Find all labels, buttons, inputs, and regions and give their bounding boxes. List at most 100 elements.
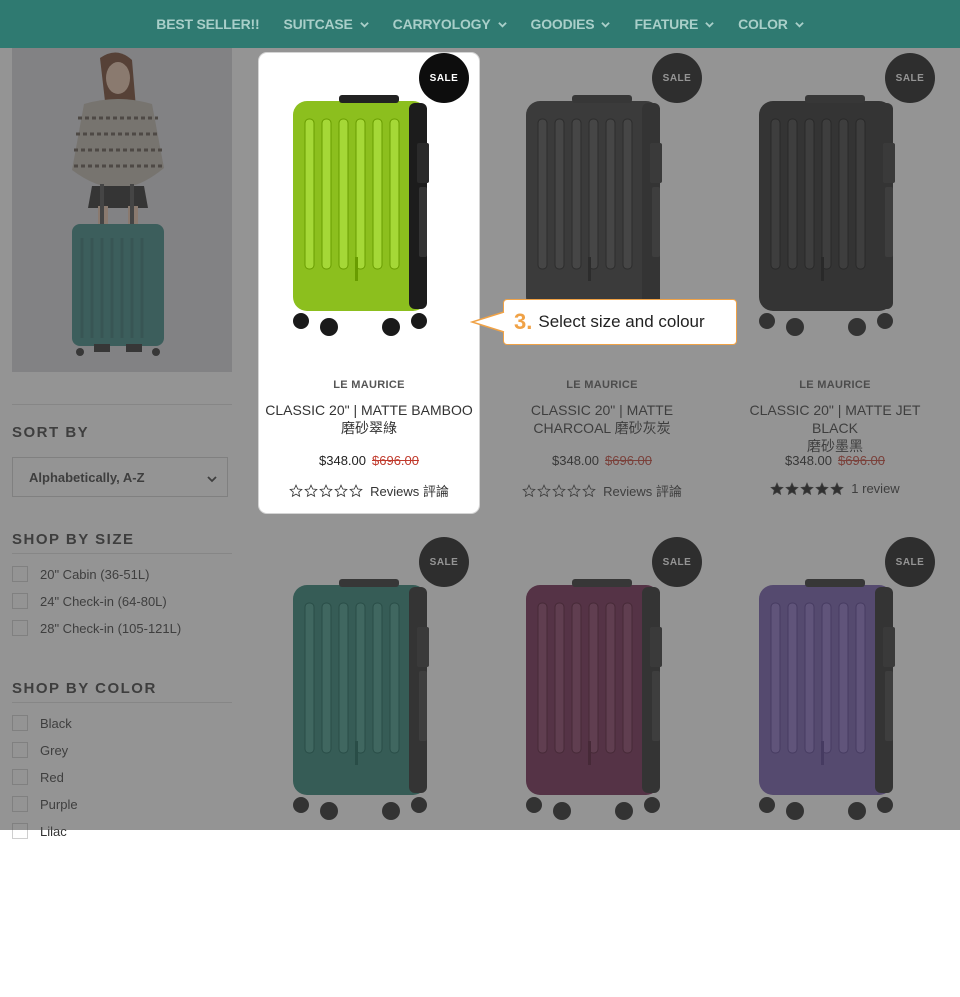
product-title-line: 磨砂翠綠: [341, 420, 397, 436]
sort-by-title: SORT BY: [12, 424, 90, 441]
filter-label: 24" Check-in (64-80L): [40, 593, 167, 609]
chevron-down-icon: [794, 21, 804, 28]
review-row[interactable]: Reviews 評論: [259, 481, 479, 500]
compare-price: $696.00: [372, 453, 419, 468]
product-title[interactable]: CLASSIC 20" | MATTE CHARCOAL 磨砂灰炭: [492, 401, 712, 437]
shop-by-color-title: SHOP BY COLOR: [12, 680, 157, 697]
nav-item-carryology[interactable]: CARRYOLOGY: [393, 16, 507, 32]
filter-label: Grey: [40, 742, 69, 758]
product-card-matte-bamboo[interactable]: SALE LE MAURICE CLASSIC 20" | MATTE BAMB…: [259, 53, 479, 513]
nav-label: GOODIES: [530, 16, 595, 32]
reviews-label: Reviews 評論: [370, 484, 449, 499]
top-navigation: BEST SELLER!! SUITCASE CARRYOLOGY GOODIE…: [0, 0, 960, 48]
price-row: $348.00 $696.00: [492, 453, 712, 468]
star-icon: [522, 483, 536, 497]
product-title[interactable]: CLASSIC 20" | MATTE BAMBOO 磨砂翠綠: [259, 401, 479, 437]
nav-item-goodies[interactable]: GOODIES: [531, 16, 611, 32]
star-rating: [770, 481, 845, 496]
chevron-down-icon: [497, 21, 507, 28]
checkbox[interactable]: [12, 593, 28, 609]
shop-by-size-title: SHOP BY SIZE: [12, 531, 135, 548]
product-title[interactable]: CLASSIC 20" | MATTE JET BLACK 磨砂墨黑: [725, 401, 945, 455]
sale-price: $348.00: [319, 453, 366, 468]
nav-label: BEST SELLER!!: [156, 16, 260, 32]
compare-price: $696.00: [838, 453, 885, 468]
chevron-down-icon: [207, 476, 217, 483]
compare-price: $696.00: [605, 453, 652, 468]
callout-step-number: 3.: [514, 309, 533, 334]
product-card-matte-charcoal[interactable]: SALE LE MAURICE CLASSIC 20" | MATTE CHARC…: [492, 53, 712, 513]
callout-arrow-icon: [470, 311, 507, 333]
filter-label: Red: [40, 769, 64, 785]
product-card-matte-jet-black[interactable]: SALE LE MAURICE CLASSIC 20" | MATTE JET …: [725, 53, 945, 513]
checkbox[interactable]: [12, 823, 28, 839]
price-row: $348.00 $696.00: [725, 453, 945, 468]
divider: [12, 553, 232, 554]
nav-item-suitcase[interactable]: SUITCASE: [283, 16, 369, 32]
checkbox[interactable]: [12, 742, 28, 758]
review-row[interactable]: Reviews 評論: [492, 481, 712, 500]
chevron-down-icon: [705, 21, 714, 28]
product-brand: LE MAURICE: [566, 379, 638, 391]
product-title-line: CLASSIC 20" | MATTE: [530, 402, 674, 418]
product-card-teal[interactable]: SALE: [259, 537, 479, 997]
star-rating: [289, 483, 364, 498]
checkbox[interactable]: [12, 796, 28, 812]
nav-item-feature[interactable]: FEATURE: [634, 16, 714, 32]
nav-item-best-seller[interactable]: BEST SELLER!!: [156, 16, 259, 32]
chevron-down-icon: [359, 21, 369, 28]
instruction-callout: 3. Select size and colour: [503, 299, 737, 345]
nav-label: CARRYOLOGY: [392, 16, 491, 32]
star-icon: [830, 481, 845, 495]
filter-label: 28" Check-in (105-121L): [40, 620, 182, 636]
checkbox[interactable]: [12, 715, 28, 731]
star-icon: [349, 483, 363, 497]
star-icon: [582, 483, 596, 497]
divider: [12, 404, 232, 405]
product-brand: LE MAURICE: [799, 379, 871, 391]
checkbox[interactable]: [12, 769, 28, 785]
price-row: $348.00 $696.00: [259, 453, 479, 468]
size-filter-28-checkin[interactable]: 28" Check-in (105-121L): [12, 620, 181, 636]
sort-select-value: Alphabetically, A-Z: [29, 469, 145, 485]
sort-select[interactable]: Alphabetically, A-Z: [12, 457, 228, 497]
size-filter-24-checkin[interactable]: 24" Check-in (64-80L): [12, 593, 167, 609]
filter-label: Lilac: [40, 823, 67, 839]
hero-photo[interactable]: [12, 48, 232, 372]
checkbox[interactable]: [12, 620, 28, 636]
reviews-label: Reviews 評論: [603, 484, 682, 499]
nav-label: FEATURE: [634, 16, 699, 32]
color-filter-black[interactable]: Black: [12, 715, 72, 731]
size-filter-20-cabin[interactable]: 20" Cabin (36-51L): [12, 566, 149, 582]
color-filter-purple[interactable]: Purple: [12, 796, 78, 812]
star-icon: [289, 483, 303, 497]
star-icon: [304, 483, 318, 497]
star-icon: [800, 481, 815, 495]
sale-badge: SALE: [652, 53, 702, 103]
product-title-line: CHARCOAL 磨砂灰炭: [533, 420, 671, 436]
review-row[interactable]: 1 review: [725, 481, 945, 496]
product-card-plum[interactable]: SALE: [492, 537, 712, 997]
nav-label: SUITCASE: [283, 16, 353, 32]
sale-badge: SALE: [419, 537, 469, 587]
reviews-label: 1 review: [851, 481, 900, 496]
product-card-lilac[interactable]: SALE: [725, 537, 945, 997]
filter-label: Black: [40, 715, 72, 731]
product-title-line: CLASSIC 20" | MATTE BAMBOO: [265, 402, 473, 418]
star-icon: [319, 483, 333, 497]
color-filter-grey[interactable]: Grey: [12, 742, 68, 758]
nav-label: COLOR: [738, 16, 788, 32]
color-filter-red[interactable]: Red: [12, 769, 64, 785]
model-with-suitcase-image: [12, 48, 232, 372]
star-icon: [770, 481, 785, 495]
sale-badge: SALE: [419, 53, 469, 103]
sale-badge: SALE: [652, 537, 702, 587]
star-icon: [334, 483, 348, 497]
checkbox[interactable]: [12, 566, 28, 582]
sale-badge: SALE: [885, 537, 935, 587]
chevron-down-icon: [601, 21, 611, 28]
sale-price: $348.00: [552, 453, 599, 468]
sale-badge: SALE: [885, 53, 935, 103]
color-filter-lilac[interactable]: Lilac: [12, 823, 67, 839]
nav-item-color[interactable]: COLOR: [738, 16, 804, 32]
